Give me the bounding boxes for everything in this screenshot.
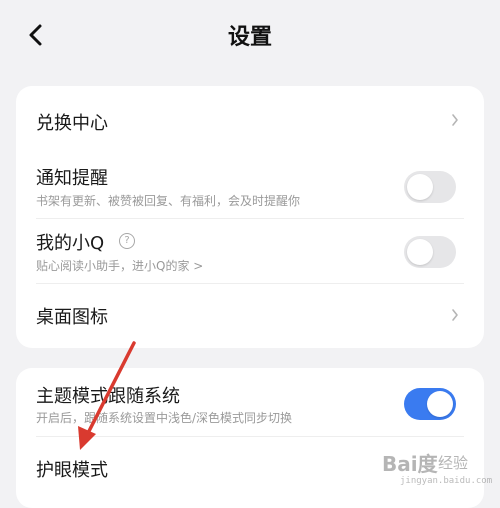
settings-row-my-xiaoq: 我的小Q ? 贴心阅读小助手，进小Q的家 > — [16, 219, 484, 283]
chevron-right-icon — [450, 112, 460, 128]
toggle-knob — [407, 174, 433, 200]
watermark-logo: Bai度 — [382, 452, 438, 476]
watermark-sub: 经验 — [438, 454, 469, 472]
follow-system-theme-toggle[interactable] — [404, 388, 456, 420]
settings-row-desktop-icon[interactable]: 桌面图标 — [16, 284, 484, 348]
row-subtitle: 开启后，跟随系统设置中浅色/深色模式同步切换 — [36, 411, 293, 425]
settings-card-general: 兑换中心 通知提醒 书架有更新、被赞被回复、有福利，会及时提醒你 我的小Q ? … — [16, 86, 484, 348]
row-label: 兑换中心 — [36, 113, 108, 134]
row-label: 桌面图标 — [36, 307, 108, 328]
header: 设置 — [0, 0, 500, 70]
row-label: 通知提醒 — [36, 168, 108, 189]
question-circle-icon[interactable]: ? — [119, 233, 135, 249]
toggle-knob — [407, 239, 433, 265]
my-xiaoq-toggle[interactable] — [404, 236, 456, 268]
row-label: 我的小Q — [36, 233, 105, 254]
row-subtitle-link[interactable]: 贴心阅读小助手，进小Q的家 > — [36, 257, 203, 274]
page-title: 设置 — [227, 25, 272, 50]
notifications-toggle[interactable] — [404, 171, 456, 203]
row-label: 护眼模式 — [36, 460, 108, 481]
toggle-knob — [427, 391, 453, 417]
row-subtitle: 书架有更新、被赞被回复、有福利，会及时提醒你 — [36, 194, 301, 208]
row-label: 主题模式跟随系统 — [36, 386, 180, 407]
settings-row-redeem-center[interactable]: 兑换中心 — [16, 86, 484, 154]
settings-row-follow-system-theme: 主题模式跟随系统 开启后，跟随系统设置中浅色/深色模式同步切换 — [16, 368, 484, 434]
watermark: Bai度 经验 jingyan.baidu.com — [382, 448, 494, 494]
settings-row-notifications: 通知提醒 书架有更新、被赞被回复、有福利，会及时提醒你 — [16, 154, 484, 218]
watermark-url: jingyan.baidu.com — [400, 476, 493, 486]
chevron-right-icon — [450, 307, 460, 323]
